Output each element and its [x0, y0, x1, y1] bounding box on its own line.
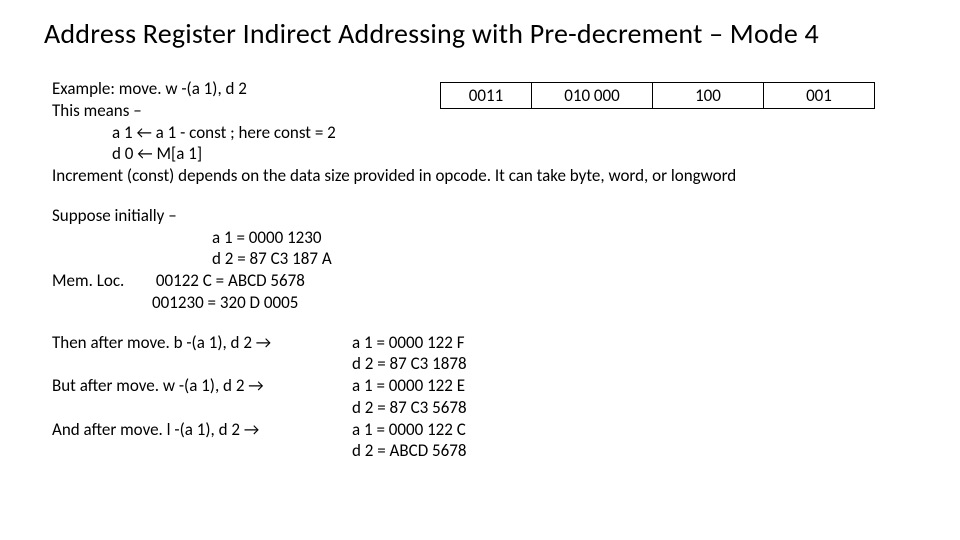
but-w-label: But after move. w -(a 1), d 2 → — [52, 375, 352, 397]
result-row-w1: But after move. w -(a 1), d 2 → a 1 = 00… — [52, 375, 930, 397]
result-row-l2: d 2 = ABCD 5678 — [52, 440, 930, 462]
slide-title: Address Register Indirect Addressing wit… — [44, 16, 819, 51]
then-b-label: Then after move. b -(a 1), d 2 → — [52, 332, 352, 354]
init-mem-row: Mem. Loc. 00122 C = ABCD 5678 — [52, 270, 930, 292]
step-line-1: a 1 ← a 1 - const ; here const = 2 — [52, 122, 930, 144]
memloc-label: Mem. Loc. — [52, 270, 152, 292]
res-b-d2: d 2 = 87 C3 1878 — [352, 353, 467, 375]
suppose-block: Suppose initially – a 1 = 0000 1230 d 2 … — [52, 205, 930, 314]
res-w-d2: d 2 = 87 C3 5678 — [352, 397, 467, 419]
init-a1: a 1 = 0000 1230 — [52, 227, 930, 249]
init-mem1: 00122 C = ABCD 5678 — [156, 270, 305, 292]
suppose-line: Suppose initially – — [52, 205, 930, 227]
res-b-a1: a 1 = 0000 122 F — [352, 332, 465, 354]
result-row-w2: d 2 = 87 C3 5678 — [52, 397, 930, 419]
spacer — [52, 397, 352, 419]
res-w-a1: a 1 = 0000 122 E — [352, 375, 465, 397]
and-l-label: And after move. l -(a 1), d 2 → — [52, 419, 352, 441]
slide-body: Example: move. w -(a 1), d 2 This means … — [52, 78, 930, 462]
res-l-a1: a 1 = 0000 122 C — [352, 419, 466, 441]
spacer — [52, 353, 352, 375]
results-block: Then after move. b -(a 1), d 2 → a 1 = 0… — [52, 332, 930, 463]
increment-line: Increment (const) depends on the data si… — [52, 165, 930, 187]
init-d2: d 2 = 87 C3 187 A — [52, 248, 930, 270]
spacer — [52, 440, 352, 462]
init-mem2: 001230 = 320 D 0005 — [52, 292, 930, 314]
step-line-2: d 0 ← M[a 1] — [52, 143, 930, 165]
example-line: Example: move. w -(a 1), d 2 — [52, 78, 930, 100]
result-row-l1: And after move. l -(a 1), d 2 → a 1 = 00… — [52, 419, 930, 441]
result-row-b1: Then after move. b -(a 1), d 2 → a 1 = 0… — [52, 332, 930, 354]
slide: Address Register Indirect Addressing wit… — [0, 0, 960, 540]
this-means-line: This means – — [52, 100, 930, 122]
result-row-b2: d 2 = 87 C3 1878 — [52, 353, 930, 375]
res-l-d2: d 2 = ABCD 5678 — [352, 440, 466, 462]
